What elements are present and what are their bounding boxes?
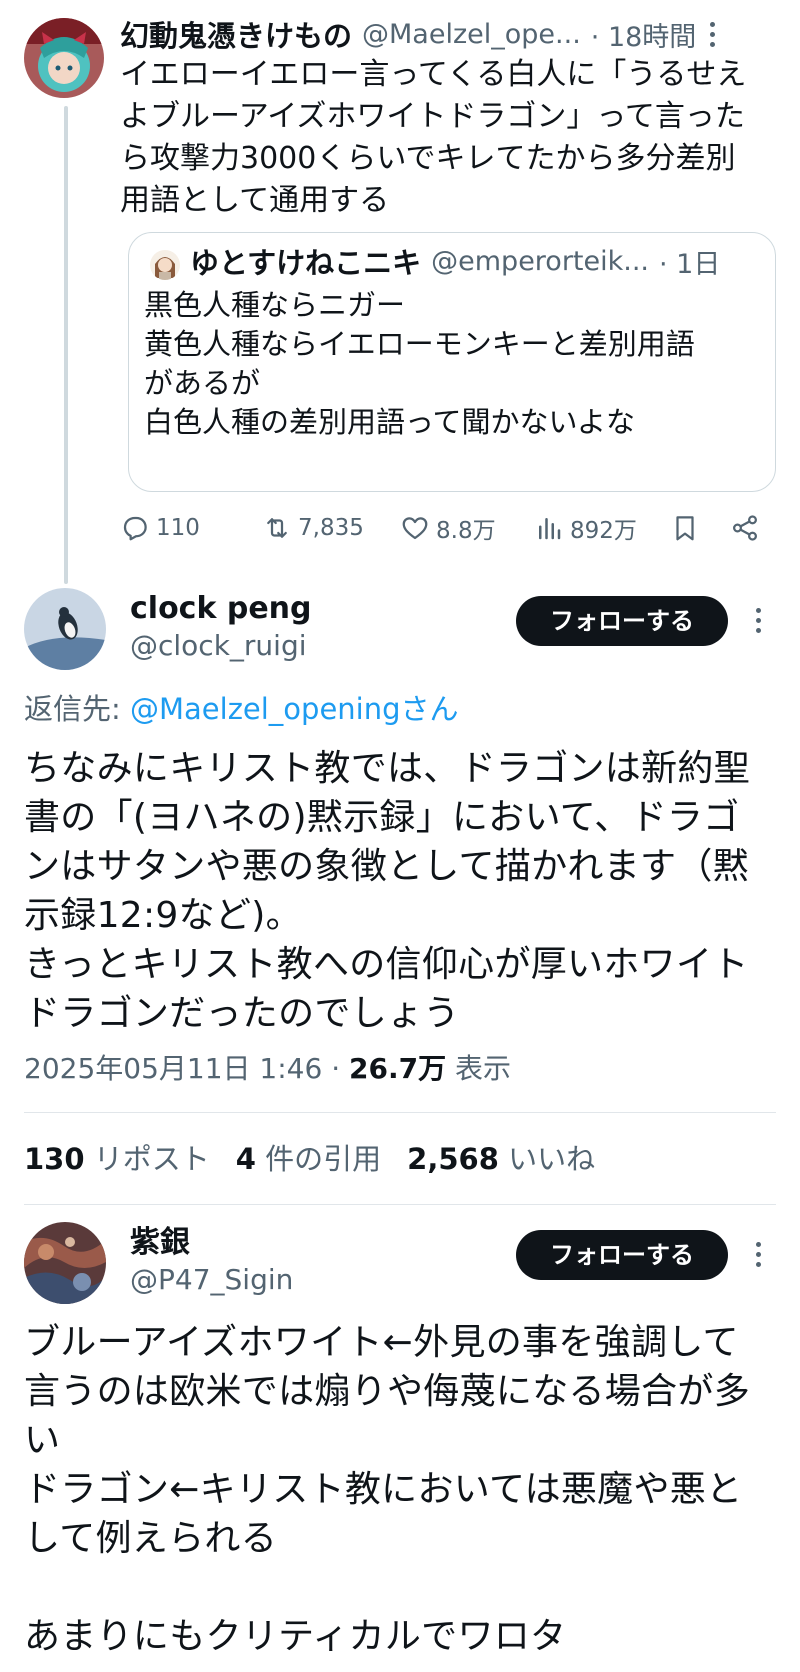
more-options-icon[interactable] xyxy=(748,1242,768,1267)
quotes-stat[interactable]: 4 件の引用 xyxy=(236,1140,381,1178)
like-count: 8.8万 xyxy=(436,518,496,544)
thread-connector-line xyxy=(64,106,68,584)
avatar-tweet1[interactable] xyxy=(24,18,104,98)
reply-count: 110 xyxy=(156,515,200,541)
avatar-tweet3[interactable] xyxy=(24,1222,106,1304)
tweet2-handle[interactable]: @clock_ruigi xyxy=(130,628,307,664)
bookmark-button[interactable] xyxy=(670,508,700,548)
like-button[interactable]: 8.8万 xyxy=(400,508,496,548)
avatar-quoted-user[interactable] xyxy=(150,250,180,280)
bookmark-icon xyxy=(676,516,694,541)
tweet3-handle[interactable]: @P47_Sigin xyxy=(130,1262,293,1298)
quoted-tweet-header: ゆとすけねこニキ @emperorteik... · 1日 xyxy=(190,240,750,282)
reposts-stat[interactable]: 130 リポスト xyxy=(24,1140,210,1178)
tweet2-display-name[interactable]: clock peng xyxy=(130,590,312,628)
tweet1-handle[interactable]: @Maelzel_ope... xyxy=(362,19,581,50)
tweet1-header: 幻動鬼憑きけもの @Maelzel_ope... · 18時間 xyxy=(120,14,720,54)
reply-context: 返信先: @Maelzel_openingさん xyxy=(24,690,459,728)
tweet2-text: ちなみにキリスト教では、ドラゴンは新約聖 書の「(ヨハネの)黙示録」において、ド… xyxy=(24,748,751,1034)
repost-button[interactable]: 7,835 xyxy=(262,508,364,548)
tweet2-views-label: 表示 xyxy=(446,1052,511,1085)
reply-to-prefix: 返信先: xyxy=(24,692,130,726)
avatar-tweet2[interactable] xyxy=(24,588,106,670)
reply-to-user-link[interactable]: @Maelzel_openingさん xyxy=(130,692,459,726)
tweet2-views-count: 26.7万 xyxy=(349,1052,447,1085)
tweet3-text: ブルーアイズホワイト←外見の事を強調して 言うのは欧米では煽りや侮蔑になる場合が… xyxy=(24,1322,750,1657)
share-icon xyxy=(732,515,758,541)
tweet3-display-name[interactable]: 紫銀 xyxy=(130,1224,190,1262)
likes-stat[interactable]: 2,568 いいね xyxy=(407,1140,595,1178)
more-options-icon[interactable] xyxy=(702,22,722,47)
repost-count: 7,835 xyxy=(298,515,364,541)
reply-button[interactable]: 110 xyxy=(120,508,200,548)
quoted-tweet-text: 黒色人種ならニガー 黄色人種ならイエローモンキーと差別用語 があるが 白色人種の… xyxy=(144,288,695,439)
views-button[interactable]: 892万 xyxy=(534,508,637,548)
tweet1-time[interactable]: · 18時間 xyxy=(591,15,697,54)
quoted-display-name: ゆとすけねこニキ xyxy=(190,246,422,280)
bar-chart-icon xyxy=(539,518,561,540)
heart-icon xyxy=(402,517,428,540)
engagement-stats: 130 リポスト 4 件の引用 2,568 いいね xyxy=(24,1140,595,1178)
follow-button-tweet2[interactable]: フォローする xyxy=(516,596,728,646)
follow-button-tweet3[interactable]: フォローする xyxy=(516,1230,728,1280)
divider xyxy=(24,1204,776,1205)
share-button[interactable] xyxy=(730,508,760,548)
tweet1-display-name[interactable]: 幻動鬼憑きけもの xyxy=(120,13,352,55)
tweet2-meta: 2025年05月11日 1:46 · 26.7万 表示 xyxy=(24,1050,511,1088)
reply-icon xyxy=(123,516,147,541)
more-options-icon[interactable] xyxy=(748,608,768,633)
repost-icon xyxy=(267,518,287,538)
quoted-time: · 1日 xyxy=(659,248,721,280)
quoted-handle: @emperorteik... xyxy=(431,245,650,277)
divider xyxy=(24,1112,776,1113)
views-count: 892万 xyxy=(570,518,637,544)
tweet2-date[interactable]: 2025年05月11日 1:46 · xyxy=(24,1052,349,1085)
tweet1-text: イエローイエロー言ってくる白人に「うるせえ よブルーアイズホワイトドラゴン」って… xyxy=(120,57,747,218)
